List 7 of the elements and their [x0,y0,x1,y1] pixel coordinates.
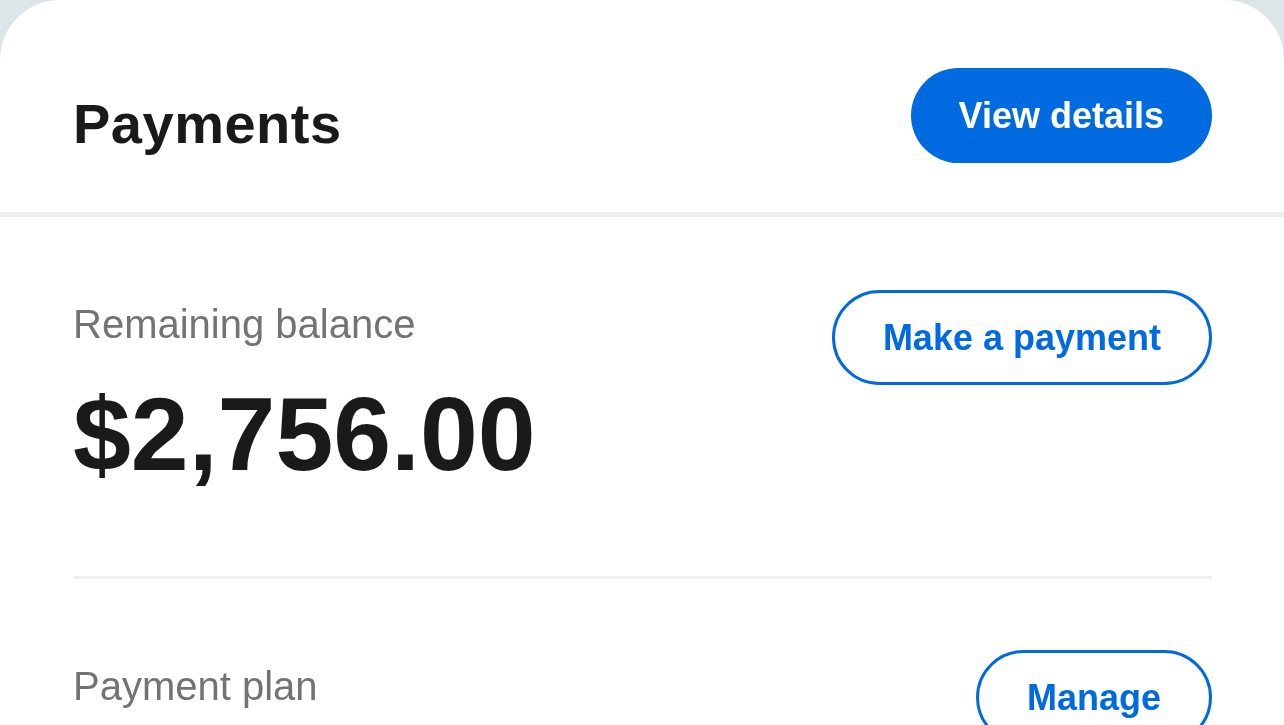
balance-amount: $2,756.00 [73,375,536,494]
page-title: Payments [73,91,342,157]
section-label: Payment plan [73,663,318,710]
view-details-button[interactable]: View details [910,68,1212,163]
section-label: Remaining balance [73,301,417,348]
outline-button[interactable]: Make a payment [831,290,1212,385]
outline-button[interactable]: Manage [975,650,1212,725]
